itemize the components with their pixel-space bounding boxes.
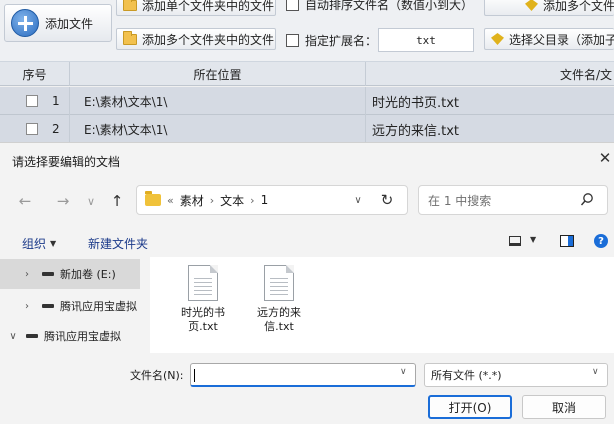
tree-item-label: 腾讯应用宝虚拟 (44, 330, 121, 343)
folder-icon (123, 30, 137, 45)
breadcrumb-item[interactable]: 素材 (180, 192, 204, 209)
folder-icon (145, 191, 161, 206)
preview-pane-icon[interactable] (560, 235, 574, 247)
breadcrumb-separator-icon: › (209, 193, 215, 207)
drive-icon (26, 334, 38, 338)
plus-circle-icon (11, 9, 39, 37)
chevron-right-icon[interactable]: › (20, 269, 34, 280)
folder-icon (123, 0, 137, 11)
auto-sort-label: 自动排序文件名（数值小到大） (305, 0, 474, 12)
tree-item-label: 新加卷 (E:) (60, 268, 116, 281)
up-arrow-icon[interactable]: ↑ (106, 187, 128, 215)
row-checkbox[interactable] (26, 123, 38, 135)
tree-item-tencent-1[interactable]: › 腾讯应用宝虚拟 (0, 291, 140, 321)
specify-ext-option[interactable]: 指定扩展名： (286, 32, 377, 49)
select-parent-dir-button[interactable]: 选择父目录（添加子 (484, 28, 614, 50)
row-filename: 远方的来信.txt (372, 123, 460, 139)
add-multi-folder-button[interactable]: 添加多个文件夹中的文件 (116, 28, 276, 50)
open-button[interactable]: 打开(O) (428, 395, 512, 419)
help-icon[interactable]: ? (594, 234, 608, 248)
row-index: 2 (52, 122, 60, 136)
dialog-title: 请选择要编辑的文档 (12, 155, 121, 169)
drive-icon (42, 272, 54, 276)
table-row[interactable]: 2 E:\素材\文本\1\ 远方的来信.txt (0, 115, 614, 143)
file-list: 时光的书页.txt 远方的来信.txt (150, 257, 614, 353)
breadcrumb-separator-icon: › (250, 193, 255, 207)
auto-sort-checkbox[interactable] (286, 0, 299, 11)
tree-item-label: 腾讯应用宝虚拟 (60, 300, 137, 313)
organize-label: 组织 (22, 236, 47, 251)
column-header-location[interactable]: 所在位置 (70, 62, 366, 86)
text-document-icon (188, 265, 218, 301)
app-toolbar: 添加文件 添加单个文件夹中的文件 添加多个文件夹中的文件 自动排序文件名（数值小… (0, 0, 614, 62)
specify-ext-label: 指定扩展名： (305, 34, 378, 48)
navigation-tree: › 新加卷 (E:) › 腾讯应用宝虚拟 ∨ 腾讯应用宝虚拟 (0, 257, 150, 353)
new-folder-button[interactable]: 新建文件夹 (88, 233, 148, 253)
drive-icon (42, 304, 54, 308)
file-name: 远方的来信.txt (257, 306, 301, 333)
tree-item-drive-e[interactable]: › 新加卷 (E:) (0, 259, 140, 289)
close-icon[interactable]: ✕ (596, 147, 614, 169)
row-location: E:\素材\文本\1\ (70, 115, 366, 143)
forward-arrow-icon[interactable]: → (52, 187, 74, 215)
gem-icon (491, 33, 504, 45)
search-placeholder: 在 1 中搜索 (428, 193, 492, 208)
add-single-folder-label: 添加单个文件夹中的文件 (142, 0, 275, 13)
row-index-cell: 2 (0, 115, 70, 143)
search-icon[interactable] (580, 192, 594, 208)
breadcrumb-item[interactable]: 文本 (220, 192, 244, 209)
breadcrumb-item[interactable]: 1 (261, 193, 269, 207)
overflow-chevron-icon[interactable]: « (167, 194, 174, 207)
table-row[interactable]: 1 E:\素材\文本\1\ 时光的书页.txt (0, 87, 614, 115)
gem-icon (525, 0, 538, 11)
filetype-value: 所有文件 (*.*) (431, 369, 502, 382)
add-single-folder-button[interactable]: 添加单个文件夹中的文件 (116, 0, 276, 16)
cancel-button[interactable]: 取消 (522, 395, 606, 419)
row-index: 1 (52, 94, 60, 108)
view-options-icon[interactable] (509, 236, 521, 246)
row-location: E:\素材\文本\1\ (70, 87, 366, 115)
chevron-down-icon[interactable]: ∨ (6, 331, 20, 342)
chevron-right-icon[interactable]: › (20, 301, 34, 312)
row-index-cell: 1 (0, 87, 70, 115)
add-file-button[interactable]: 添加文件 (4, 4, 112, 42)
add-multi-folder-label: 添加多个文件夹中的文件 (142, 32, 275, 47)
column-header-filename[interactable]: 文件名/文 (366, 62, 614, 86)
filetype-select[interactable]: 所有文件 (*.*) (424, 363, 608, 387)
filename-label: 文件名(N): (130, 369, 184, 382)
filename-input[interactable] (190, 363, 416, 387)
extension-input[interactable]: txt (378, 28, 474, 52)
add-file-label: 添加文件 (45, 16, 94, 31)
select-parent-dir-label: 选择父目录（添加子 (509, 32, 614, 47)
tree-item-tencent-2[interactable]: ∨ 腾讯应用宝虚拟 (0, 321, 140, 351)
organize-menu[interactable]: 组织 ▼ (22, 233, 56, 253)
text-document-icon (264, 265, 294, 301)
text-cursor (194, 369, 195, 382)
column-header-index[interactable]: 序号 (0, 62, 70, 86)
back-arrow-icon[interactable]: ← (14, 187, 36, 215)
recent-locations-chevron-icon[interactable]: ∨ (80, 187, 102, 215)
add-multi-files-label: 添加多个文件 (543, 0, 614, 13)
file-name: 时光的书页.txt (181, 306, 225, 333)
grid-header: 序号 所在位置 文件名/文 (0, 62, 614, 86)
chevron-down-icon[interactable]: ∨ (592, 367, 599, 377)
open-file-dialog: 请选择要编辑的文档 ✕ ← → ∨ ↑ « 素材 › 文本 › 1 ∨ ↻ 在 … (0, 142, 614, 424)
command-bar: 组织 ▼ 新建文件夹 (0, 229, 614, 257)
add-multi-files-button[interactable]: 添加多个文件 (484, 0, 614, 16)
caret-down-icon[interactable]: ▼ (530, 235, 536, 244)
row-checkbox[interactable] (26, 95, 38, 107)
row-filename: 时光的书页.txt (372, 95, 460, 111)
file-item[interactable]: 时光的书页.txt (172, 265, 234, 334)
auto-sort-option[interactable]: 自动排序文件名（数值小到大） (286, 0, 473, 13)
refresh-icon[interactable]: ↻ (372, 185, 402, 215)
specify-ext-checkbox[interactable] (286, 34, 299, 47)
file-item[interactable]: 远方的来信.txt (248, 265, 310, 334)
chevron-down-icon[interactable]: ∨ (400, 367, 407, 377)
caret-down-icon: ▼ (50, 238, 57, 248)
address-dropdown-icon[interactable]: ∨ (346, 185, 370, 215)
